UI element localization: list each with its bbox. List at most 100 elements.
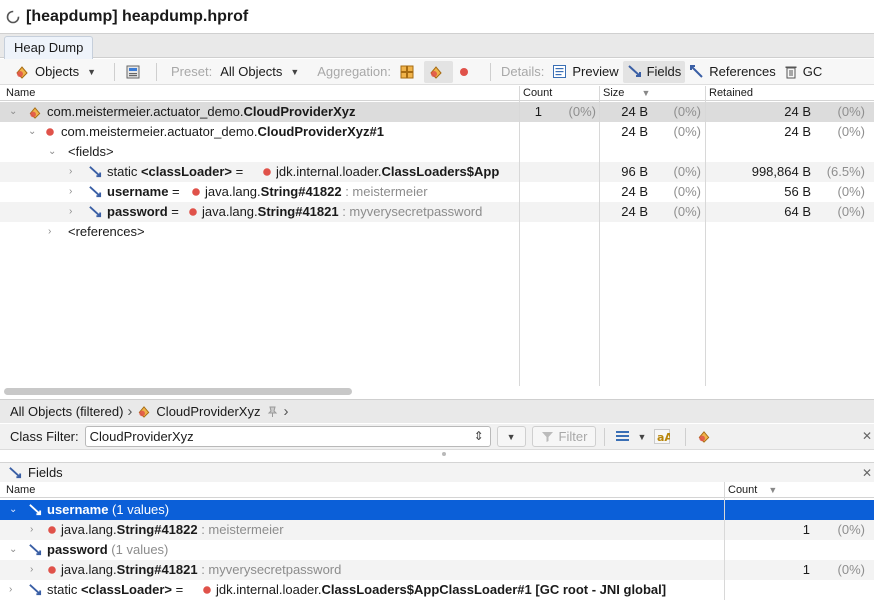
- table-row[interactable]: › static <classLoader> = jdk.internal.lo…: [0, 580, 874, 600]
- size-percent: (0%): [673, 104, 701, 119]
- chevron-right-icon[interactable]: ›: [48, 222, 51, 242]
- gc-root-button[interactable]: GC: [780, 61, 827, 83]
- preview-icon: [553, 65, 567, 78]
- chevron-right-icon[interactable]: ›: [69, 182, 72, 202]
- class-filter-label: Class Filter:: [10, 429, 79, 444]
- chevron-right-icon[interactable]: ›: [9, 580, 12, 600]
- breadcrumb-item[interactable]: CloudProviderXyz: [156, 404, 260, 419]
- class-icon: [430, 65, 442, 79]
- field-type: java.lang.String#41822 : meistermeier: [205, 184, 428, 199]
- preview-button[interactable]: Preview: [548, 61, 622, 83]
- field-icon: [29, 544, 42, 556]
- aggregation-instances-button[interactable]: [453, 61, 480, 83]
- table-row[interactable]: ⌄ com.meistermeier.actuator_demo.CloudPr…: [0, 102, 874, 122]
- chevron-updown-icon[interactable]: ⇕: [474, 427, 484, 446]
- column-divider: [519, 86, 520, 386]
- objects-label: Objects: [35, 64, 80, 79]
- filter-class-button[interactable]: [692, 426, 721, 448]
- column-name[interactable]: Name: [6, 87, 35, 99]
- size-percent: (0%): [673, 124, 701, 139]
- table-row[interactable]: › java.lang.String#41822 : meistermeier …: [0, 520, 874, 540]
- size-percent: (0%): [673, 204, 701, 219]
- instance-icon: [192, 188, 200, 196]
- size-percent: (0%): [673, 184, 701, 199]
- snapshot-button[interactable]: [121, 61, 150, 83]
- breadcrumb-root[interactable]: All Objects (filtered): [10, 404, 123, 419]
- column-divider: [599, 86, 600, 386]
- details-label: Details:: [500, 64, 545, 79]
- class-filter-input[interactable]: CloudProviderXyz ⇕: [84, 426, 491, 447]
- splitter-handle[interactable]: [442, 452, 446, 456]
- chevron-down-icon[interactable]: ⌄: [28, 122, 36, 142]
- toolbar: Objects ▼ Preset: All Objects ▼ Aggregat…: [0, 59, 874, 85]
- field-value: java.lang.String#41822 : meistermeier: [61, 522, 284, 537]
- tab-heap-dump[interactable]: Heap Dump: [4, 36, 94, 60]
- field-entry: static <classLoader> =: [107, 164, 244, 179]
- column-size[interactable]: Size ▼: [603, 87, 650, 99]
- class-icon: [29, 107, 41, 119]
- table-row[interactable]: ⌄ com.meistermeier.actuator_demo.CloudPr…: [0, 122, 874, 142]
- references-label: References: [709, 64, 776, 79]
- chevron-right-icon[interactable]: ›: [69, 162, 72, 182]
- class-name: com.meistermeier.actuator_demo.CloudProv…: [47, 104, 356, 119]
- field-icon: [89, 186, 102, 198]
- retained-percent: (6.5%): [826, 164, 865, 179]
- filter-button[interactable]: Filter: [531, 426, 597, 447]
- filter-options-dropdown[interactable]: ▼: [496, 426, 526, 447]
- field-type: java.lang.String#41821 : myverysecretpas…: [202, 204, 483, 219]
- horizontal-scrollbar[interactable]: [4, 388, 352, 395]
- field-icon: [89, 206, 102, 218]
- table-row[interactable]: ⌄ password (1 values): [0, 540, 874, 560]
- column-retained[interactable]: Retained: [709, 87, 753, 99]
- preset-dropdown[interactable]: All Objects ▼: [216, 61, 303, 83]
- aggregation-packages-button[interactable]: [395, 61, 424, 83]
- chevron-down-icon[interactable]: ⌄: [48, 142, 56, 162]
- preset-value: All Objects: [220, 64, 283, 79]
- chevron-down-icon: ▼: [290, 66, 300, 77]
- objects-dropdown[interactable]: Objects ▼: [10, 61, 100, 83]
- table-row[interactable]: ⌄ username (1 values): [0, 500, 874, 520]
- instance-name: com.meistermeier.actuator_demo.CloudProv…: [61, 124, 384, 139]
- column-name[interactable]: Name: [6, 484, 35, 496]
- fields-label: Fields: [646, 64, 682, 79]
- aggregation-classes-button[interactable]: [423, 60, 453, 83]
- instance-icon: [46, 128, 54, 136]
- references-node: <references>: [68, 224, 145, 239]
- window-titlebar: [heapdump] heapdump.hprof: [0, 0, 874, 33]
- size-value: 24 B: [621, 184, 648, 199]
- chevron-down-icon[interactable]: ⌄: [9, 540, 17, 560]
- size-value: 24 B: [621, 104, 648, 119]
- field-entry: password =: [107, 204, 179, 219]
- chevron-down-icon[interactable]: ⌄: [9, 102, 17, 122]
- count-value: 1: [534, 104, 542, 119]
- fields-panel-header: Fields ✕: [0, 462, 874, 482]
- fields-panel-title: Fields: [28, 465, 63, 480]
- chevron-down-icon: ▼: [637, 431, 647, 442]
- size-value: 24 B: [621, 124, 648, 139]
- table-row[interactable]: › static <classLoader> = jdk.internal.lo…: [0, 162, 874, 182]
- references-button[interactable]: References: [685, 61, 779, 83]
- class-icon: [699, 431, 710, 443]
- column-count[interactable]: Count: [523, 87, 552, 99]
- pin-icon[interactable]: [266, 405, 279, 418]
- size-value: 24 B: [621, 204, 648, 219]
- chevron-down-icon[interactable]: ⌄: [9, 500, 17, 520]
- close-icon[interactable]: ✕: [862, 466, 872, 480]
- fields-button[interactable]: Fields: [622, 60, 686, 83]
- chevron-right-icon[interactable]: ›: [69, 202, 72, 222]
- table-row[interactable]: › <references>: [0, 222, 874, 242]
- class-filter-value: CloudProviderXyz: [89, 429, 194, 444]
- column-count[interactable]: Count ▼: [728, 484, 777, 496]
- close-icon[interactable]: ✕: [862, 429, 872, 443]
- references-icon: [690, 65, 703, 78]
- filter-type-dropdown[interactable]: ▼: [611, 426, 650, 448]
- table-row[interactable]: › password = java.lang.String#41821 : my…: [0, 202, 874, 222]
- retained-percent: (0%): [837, 184, 865, 199]
- count-percent: (0%): [568, 104, 596, 119]
- table-row[interactable]: › java.lang.String#41821 : myverysecretp…: [0, 560, 874, 580]
- match-case-button[interactable]: aA: [650, 426, 679, 448]
- chevron-right-icon[interactable]: ›: [30, 560, 33, 580]
- chevron-right-icon[interactable]: ›: [30, 520, 33, 540]
- table-row[interactable]: › username = java.lang.String#41822 : me…: [0, 182, 874, 202]
- table-row[interactable]: ⌄ <fields>: [0, 142, 874, 162]
